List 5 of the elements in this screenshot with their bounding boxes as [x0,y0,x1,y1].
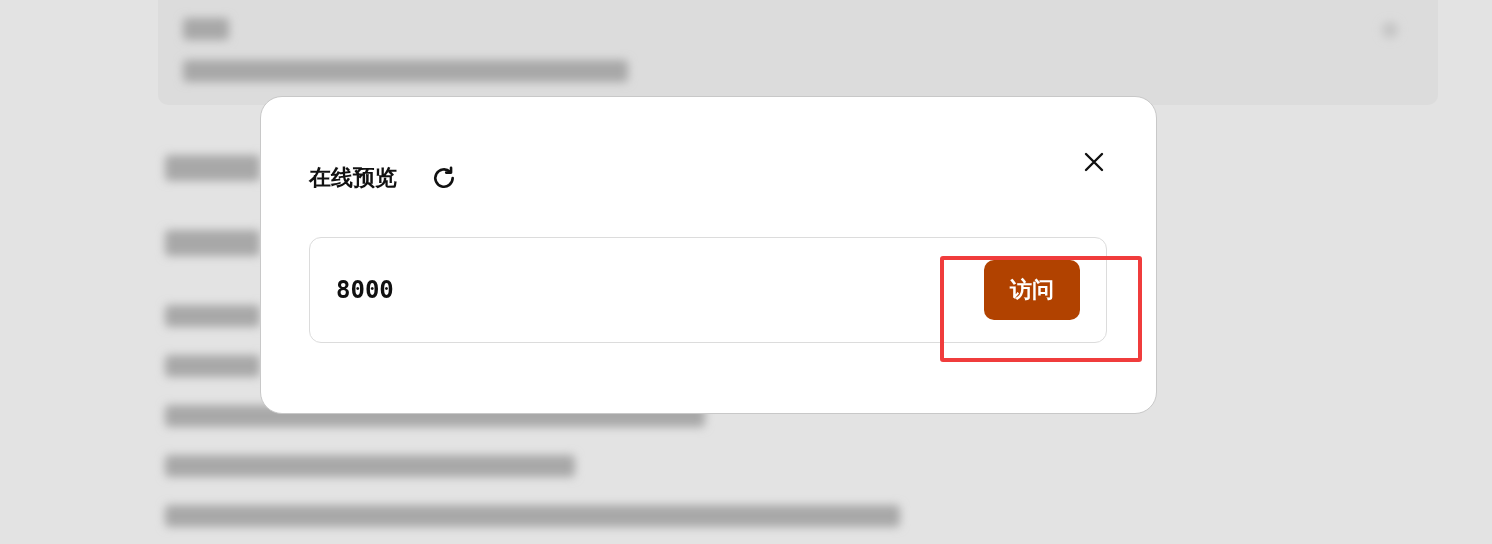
dialog-title: 在线预览 [309,164,397,192]
port-field[interactable]: 8000 访问 [309,237,1107,343]
close-icon [1083,151,1105,173]
refresh-icon[interactable] [431,165,457,191]
visit-button[interactable]: 访问 [984,260,1080,320]
